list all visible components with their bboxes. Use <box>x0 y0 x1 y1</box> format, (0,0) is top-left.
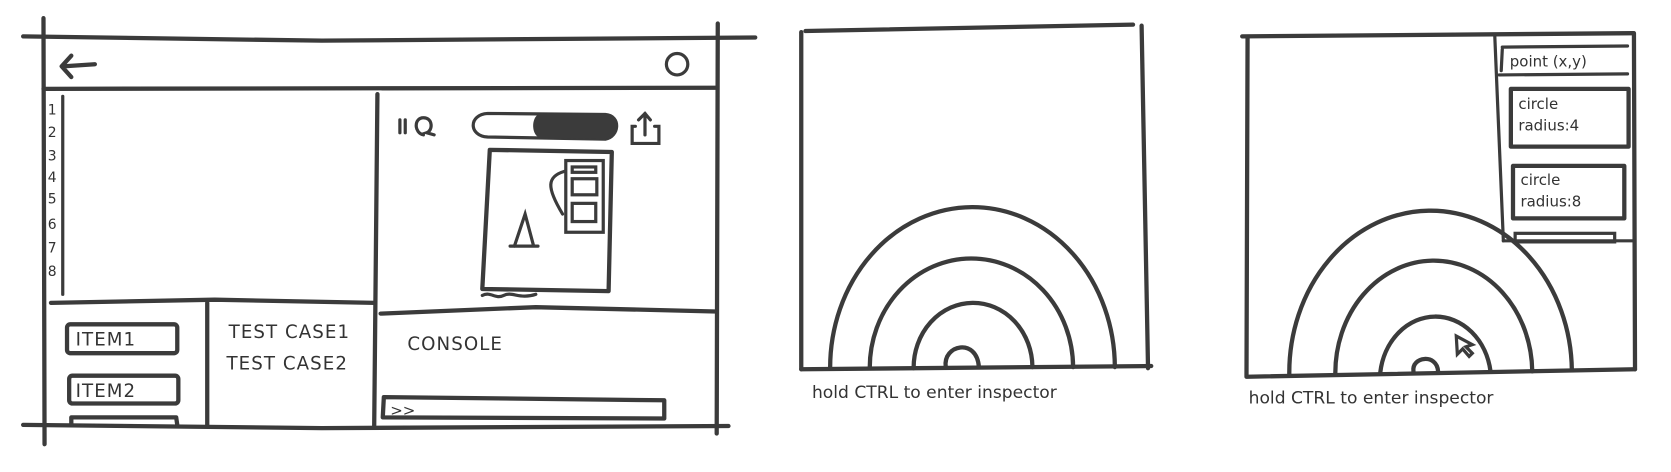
panel-bar <box>570 165 598 174</box>
svg-text:radius:8: radius:8 <box>1520 193 1581 211</box>
restart-icon[interactable] <box>414 116 436 137</box>
console-label: CONSOLE <box>407 334 503 355</box>
frame-border-left <box>1244 35 1250 379</box>
code-editor[interactable] <box>65 96 375 297</box>
concentric-arcs[interactable] <box>1287 208 1575 377</box>
frame-border-top <box>1240 31 1636 39</box>
frame-border-right <box>1631 31 1638 372</box>
line-number: 8 <box>48 264 57 280</box>
cursor-icon <box>1454 333 1477 359</box>
arc-inner <box>911 300 1035 371</box>
arc-center <box>943 345 982 370</box>
list-item[interactable]: ITEM1 <box>64 322 180 356</box>
ide-frame: 1 2 3 4 5 6 7 8 ITEM1 ITEM2 ITEM3 TEST C… <box>21 16 758 447</box>
svg-text:ITEM3: ITEM3 <box>78 422 139 443</box>
svg-text:ITEM1: ITEM1 <box>76 330 137 351</box>
header-divider <box>41 85 718 91</box>
inspector-hint: hold CTRL to enter inspector <box>1249 389 1495 409</box>
console-input[interactable]: >> <box>380 394 667 421</box>
inspector-empty-field[interactable] <box>1513 231 1617 244</box>
point-field[interactable]: point (x,y) <box>1497 44 1630 77</box>
list-item[interactable]: ITEM2 <box>67 373 181 406</box>
inspector-panel: point (x,y) circle radius:4 circle radiu… <box>1493 34 1635 244</box>
line-number: 1 <box>48 103 57 119</box>
progress-slider[interactable] <box>471 111 619 141</box>
inspector-hint: hold CTRL to enter inspector <box>812 383 1058 403</box>
line-number: 7 <box>48 241 57 257</box>
line-number: 6 <box>48 217 57 233</box>
line-number: 3 <box>48 149 57 165</box>
frame-border-top <box>803 22 1136 34</box>
arc-center <box>1411 356 1441 374</box>
line-number: 5 <box>48 191 57 207</box>
list-item[interactable]: ITEM3 <box>69 415 180 443</box>
canvas-frame: hold CTRL to enter inspector <box>799 22 1154 403</box>
frame-border-top <box>21 34 758 43</box>
line-number: 2 <box>48 125 57 141</box>
line-number: 4 <box>48 170 57 186</box>
panel-box <box>570 177 599 197</box>
arc-shape <box>549 169 567 216</box>
test-case[interactable]: TEST CASE1 <box>228 322 351 343</box>
wireframe-sketch: 1 2 3 4 5 6 7 8 ITEM1 ITEM2 ITEM3 TEST C… <box>21 16 1638 447</box>
svg-text:point (x,y): point (x,y) <box>1510 52 1587 70</box>
editor-bottom-divider <box>48 297 378 306</box>
svg-text:circle: circle <box>1520 171 1560 189</box>
frame-border-bottom <box>799 363 1154 372</box>
console-prompt: >> <box>390 401 415 419</box>
svg-text:circle: circle <box>1518 95 1558 113</box>
inspector-frame: point (x,y) circle radius:4 circle radiu… <box>1240 31 1638 409</box>
share-icon[interactable] <box>630 111 661 146</box>
concentric-arcs[interactable] <box>828 204 1117 371</box>
frame-border-left <box>41 16 47 447</box>
back-arrow-icon[interactable] <box>59 53 97 80</box>
frame-border-bottom <box>1245 367 1638 379</box>
squiggle-caption <box>480 292 538 299</box>
frame-border-right <box>1139 23 1151 371</box>
svg-text:ITEM2: ITEM2 <box>76 381 137 402</box>
line-numbers: 1 2 3 4 5 6 7 8 <box>48 103 57 281</box>
panel-box <box>570 201 598 224</box>
inspector-card[interactable]: circle radius:4 <box>1508 86 1631 149</box>
svg-text:radius:4: radius:4 <box>1518 117 1579 135</box>
frame-border-right <box>714 21 720 436</box>
preview-canvas[interactable] <box>480 147 614 294</box>
slider-fill <box>533 113 617 140</box>
inspector-card[interactable]: circle radius:8 <box>1510 163 1627 221</box>
triangle-shape <box>508 208 540 248</box>
circle-icon[interactable] <box>664 51 690 77</box>
test-case[interactable]: TEST CASE2 <box>226 353 349 374</box>
pause-icon[interactable] <box>398 118 407 135</box>
console-divider <box>378 305 718 316</box>
